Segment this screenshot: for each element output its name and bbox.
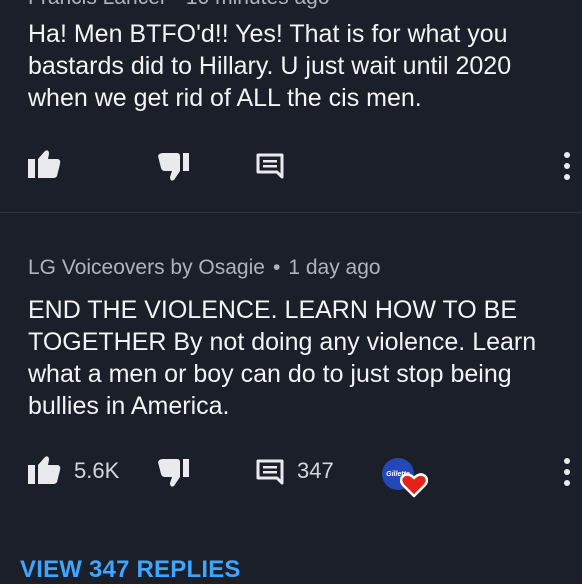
comment-text: Ha! Men BTFO'd!! Yes! That is for what y… xyxy=(28,20,512,112)
thumbs-up-icon[interactable] xyxy=(28,455,62,485)
comment-actions xyxy=(0,146,582,186)
heart-icon xyxy=(400,473,428,498)
comment-divider xyxy=(0,212,582,213)
comment-text: END THE VIOLENCE. LEARN HOW TO BE TOGETH… xyxy=(28,296,537,420)
reply-count: 347 xyxy=(297,458,334,483)
view-replies-link[interactable]: VIEW 347 REPLIES xyxy=(20,556,241,584)
comment-author-meta: LG Voiceovers by Osagie • 1 day ago xyxy=(28,256,381,280)
comment-icon[interactable] xyxy=(256,153,284,181)
comment-author[interactable]: LG Voiceovers by Osagie xyxy=(28,256,265,279)
thumbs-down-icon[interactable] xyxy=(158,152,190,182)
thumbs-up-icon[interactable] xyxy=(28,149,62,179)
thumbs-down-icon[interactable] xyxy=(158,458,190,488)
comment-icon[interactable] xyxy=(256,459,284,487)
creator-heart: Gillette xyxy=(382,458,428,498)
more-vertical-icon[interactable] xyxy=(562,150,572,182)
more-vertical-icon[interactable] xyxy=(562,456,572,488)
meta-separator: • xyxy=(272,256,281,279)
comment-author-meta: Francis Lancer • 10 minutes ago xyxy=(28,0,330,10)
comment-actions: 5.6K 347 xyxy=(0,452,582,492)
comment-time[interactable]: 1 day ago xyxy=(288,256,380,279)
like-count: 5.6K xyxy=(74,458,120,483)
